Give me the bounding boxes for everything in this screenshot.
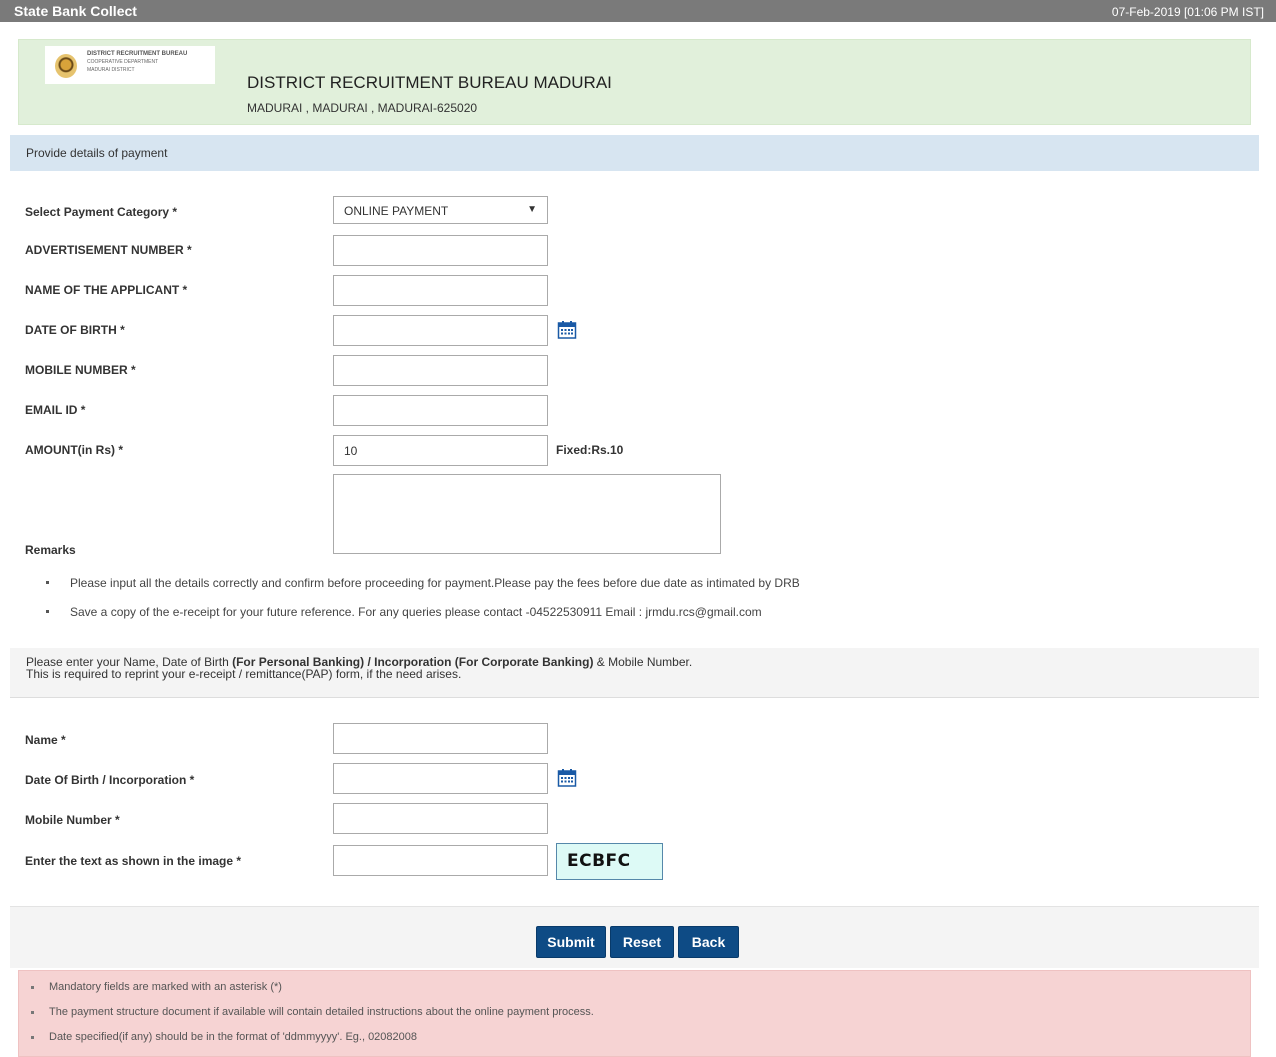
list-item: Date specified(if any) should be in the …: [31, 1031, 1250, 1056]
reprint-mobile-input[interactable]: [333, 803, 548, 834]
top-bar: State Bank Collect 07-Feb-2019 [01:06 PM…: [0, 0, 1276, 22]
list-item: The payment structure document if availa…: [31, 1006, 1250, 1031]
calendar-icon[interactable]: [557, 320, 577, 340]
name-input[interactable]: [333, 723, 548, 754]
payment-category-label: Select Payment Category *: [25, 205, 178, 219]
amount-label: AMOUNT(in Rs) *: [25, 443, 123, 457]
email-input[interactable]: [333, 395, 548, 426]
logo-line-3: MADURAI DISTRICT: [87, 67, 135, 73]
mobile-number-label: MOBILE NUMBER *: [25, 363, 136, 377]
applicant-name-label: NAME OF THE APPLICANT *: [25, 283, 188, 297]
merchant-logo: DISTRICT RECRUITMENT BUREAU COOPERATIVE …: [45, 46, 215, 84]
payment-category-select[interactable]: ONLINE PAYMENT ▼: [333, 196, 548, 224]
amount-input[interactable]: 10: [333, 435, 548, 466]
calendar-icon[interactable]: [557, 768, 577, 788]
notes-list: Mandatory fields are marked with an aste…: [19, 971, 1250, 1056]
captcha-input[interactable]: [333, 845, 548, 876]
reprint-info: Please enter your Name, Date of Birth (F…: [10, 648, 1259, 698]
submit-button[interactable]: Submit: [536, 926, 606, 958]
section-title: Provide details of payment: [10, 135, 1259, 171]
list-item: Mandatory fields are marked with an aste…: [31, 981, 1250, 1006]
date-of-birth-input[interactable]: [333, 315, 548, 346]
reprint-line-2: This is required to reprint your e-recei…: [26, 667, 462, 681]
amount-value: 10: [344, 444, 358, 458]
merchant-address: MADURAI , MADURAI , MADURAI-625020: [247, 101, 478, 115]
amount-fixed-note: Fixed:Rs.10: [556, 443, 624, 457]
remarks-label: Remarks: [25, 543, 76, 557]
reprint-text-tail: & Mobile Number.: [593, 655, 693, 669]
captcha-image: ECBFC: [556, 843, 663, 880]
applicant-name-input[interactable]: [333, 275, 548, 306]
instruction-list: Please input all the details correctly a…: [46, 576, 800, 634]
date-time: 07-Feb-2019 [01:06 PM IST]: [1111, 5, 1264, 19]
logo-line-1: DISTRICT RECRUITMENT BUREAU: [87, 51, 188, 57]
mobile-number-input[interactable]: [333, 355, 548, 386]
date-of-birth-label: DATE OF BIRTH *: [25, 323, 125, 337]
chevron-down-icon: ▼: [527, 204, 537, 215]
emblem-icon: [55, 54, 77, 78]
list-item: Please input all the details correctly a…: [46, 576, 800, 605]
captcha-label: Enter the text as shown in the image *: [25, 854, 242, 868]
email-label: EMAIL ID *: [25, 403, 86, 417]
reset-button[interactable]: Reset: [610, 926, 674, 958]
reprint-mobile-label: Mobile Number *: [25, 813, 120, 827]
logo-line-2: COOPERATIVE DEPARTMENT: [87, 59, 159, 65]
remarks-textarea[interactable]: [333, 474, 721, 554]
brand-title: State Bank Collect: [14, 3, 137, 19]
advertisement-number-input[interactable]: [333, 235, 548, 266]
incorporation-date-input[interactable]: [333, 763, 548, 794]
payment-category-value: ONLINE PAYMENT: [344, 204, 449, 218]
merchant-title: DISTRICT RECRUITMENT BUREAU MADURAI: [247, 73, 612, 92]
merchant-header: DISTRICT RECRUITMENT BUREAU COOPERATIVE …: [18, 39, 1251, 125]
incorporation-date-label: Date Of Birth / Incorporation *: [25, 773, 195, 787]
list-item: Save a copy of the e-receipt for your fu…: [46, 605, 800, 634]
notes-panel: Mandatory fields are marked with an aste…: [18, 970, 1251, 1057]
advertisement-number-label: ADVERTISEMENT NUMBER *: [25, 243, 192, 257]
back-button[interactable]: Back: [678, 926, 739, 958]
name-label: Name *: [25, 733, 66, 747]
